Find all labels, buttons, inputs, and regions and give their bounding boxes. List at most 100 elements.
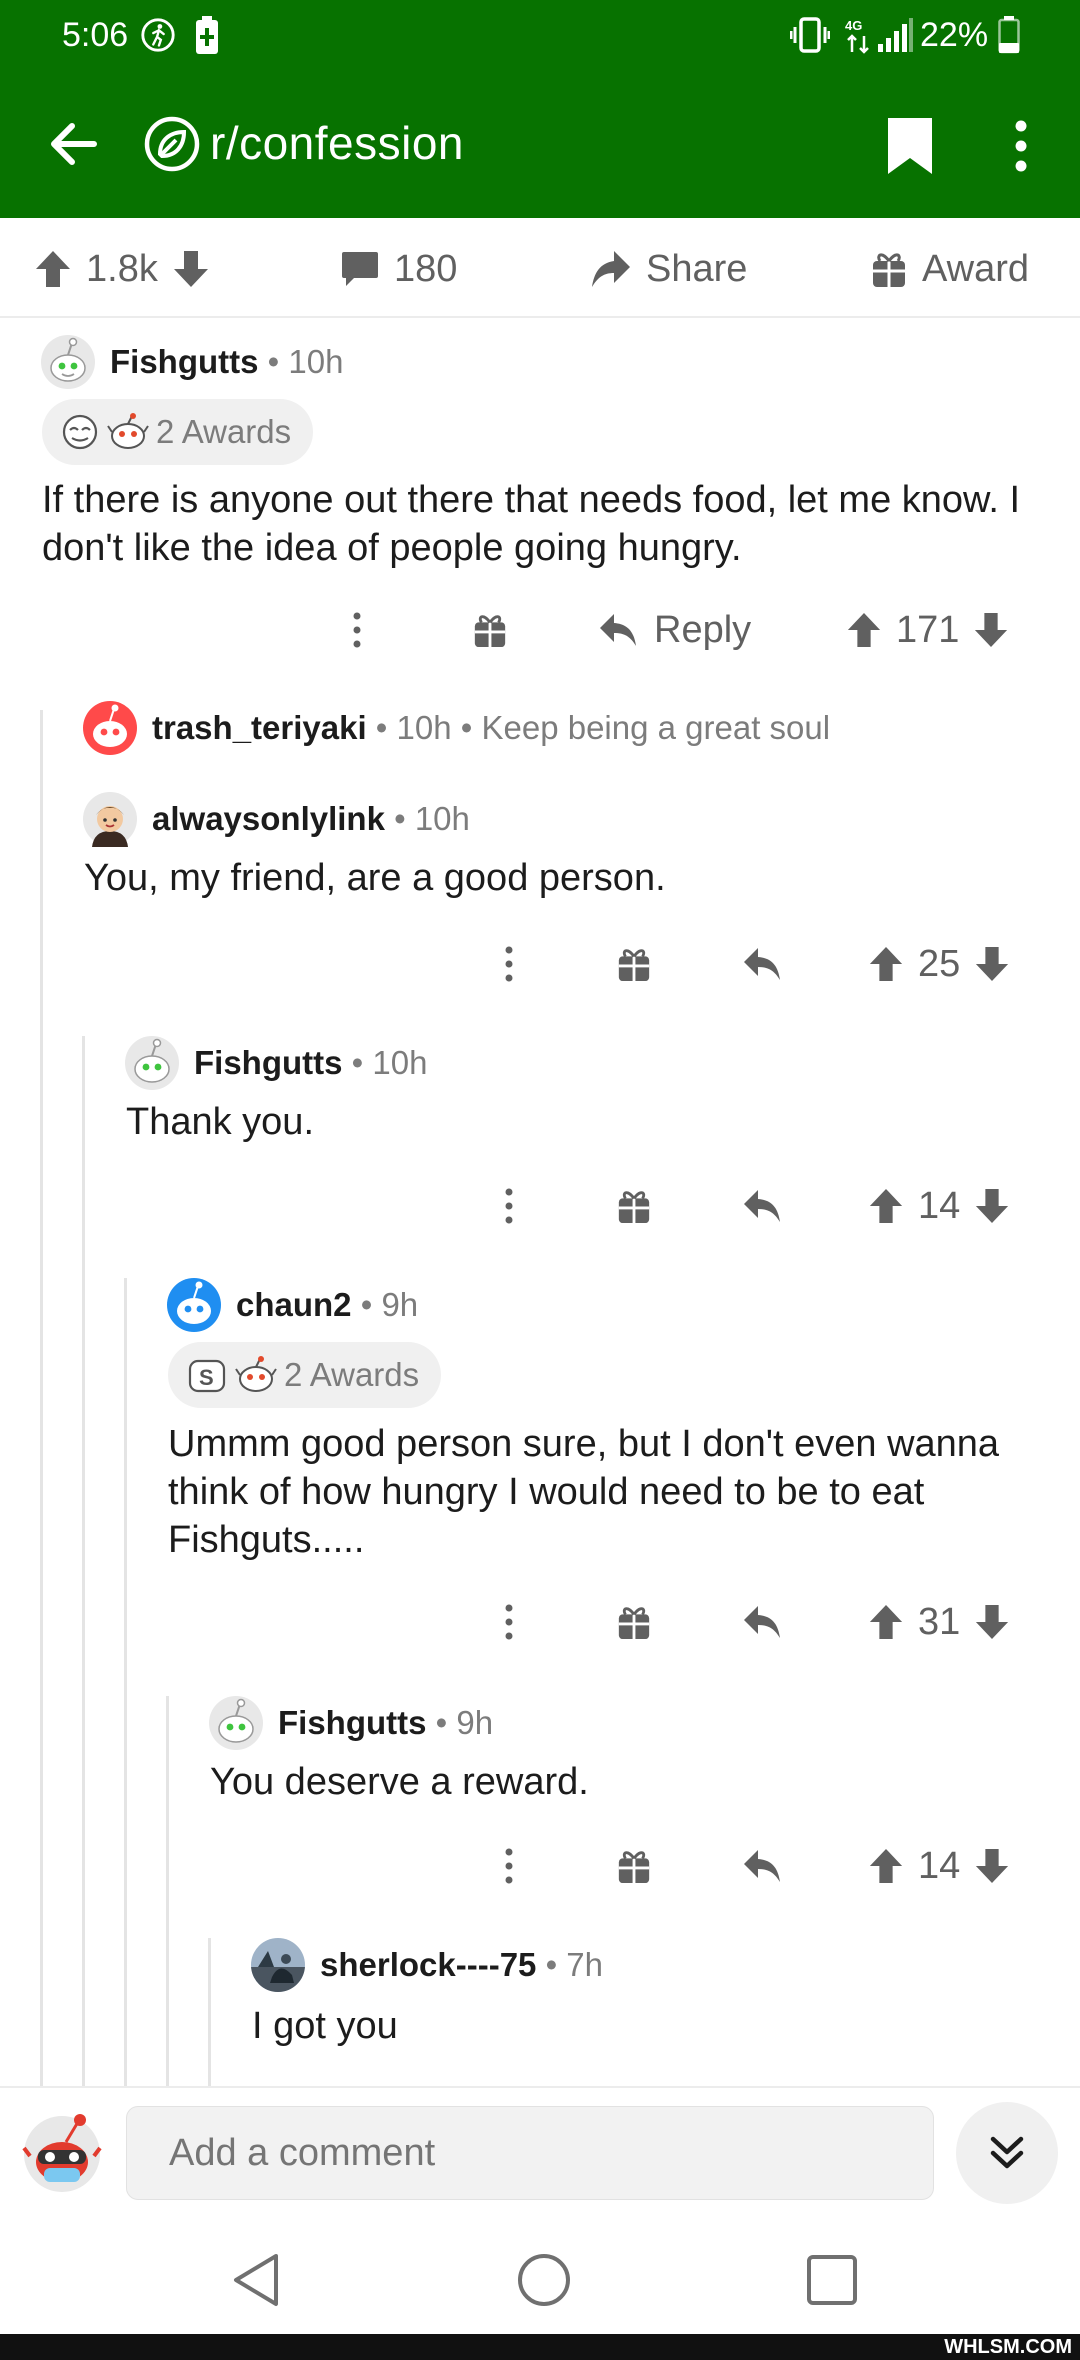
downvote-icon[interactable] [974,1187,1010,1225]
award-button[interactable]: Award [870,244,1029,294]
comment-time: 9h [456,1704,494,1741]
upvote-icon[interactable] [868,1603,904,1641]
share-icon [592,251,630,287]
comment-header[interactable]: Fishgutts • 10h [124,1035,427,1091]
username[interactable]: Fishgutts [194,1044,342,1082]
comment-time: 7h [566,1946,604,1983]
comment-score: 14 [918,1184,961,1227]
user-avatar [83,701,137,755]
reply-button[interactable] [742,1592,782,1652]
comment-more-button[interactable] [502,934,516,994]
comment-actions: 14 [0,1836,1080,1896]
comment-more-button[interactable] [502,1836,516,1896]
comment-award-button[interactable] [616,1176,652,1236]
award-icon: S [188,1359,226,1393]
my-avatar[interactable] [20,2110,104,2194]
username[interactable]: chaun2 [236,1286,352,1324]
username[interactable]: trash_teriyaki [152,709,367,747]
comment-vote-group: 25 [868,934,1010,994]
subreddit-icon [144,116,200,172]
downvote-icon[interactable] [974,945,1010,983]
downvote-icon[interactable] [974,1847,1010,1885]
reply-icon [744,1190,780,1222]
username[interactable]: Fishgutts [110,343,258,381]
comment-header[interactable]: Fishgutts • 10h [40,334,343,390]
comment-time: 10h [288,343,344,380]
add-comment-input[interactable] [126,2106,934,2200]
thread-line-depth-3[interactable] [124,1278,127,2086]
bookmark-icon[interactable] [884,116,936,176]
comment-composer [0,2086,1080,2214]
comment-actions: 14 [0,1176,1080,1236]
share-button[interactable]: Share [590,244,747,294]
comment-score: 31 [918,1600,961,1643]
post-comments-button[interactable]: 180 [340,244,457,294]
comment-score: 25 [918,942,961,985]
awards-pill[interactable]: 2 Awards [42,399,314,465]
reply-icon [744,1850,780,1882]
downvote-icon[interactable] [172,249,210,289]
reply-button[interactable] [742,1836,782,1896]
comment-vote-group: 14 [868,1836,1010,1896]
comment-time: 9h [381,1286,419,1323]
signal-icon [878,18,913,52]
downvote-icon[interactable] [974,1603,1010,1641]
back-arrow-icon[interactable] [44,114,104,174]
upvote-icon[interactable] [868,1847,904,1885]
svg-text:S: S [199,1365,214,1390]
username[interactable]: sherlock----75 [320,1946,536,1984]
upvote-icon[interactable] [868,945,904,983]
comment-body: You deserve a reward. [210,1761,589,1803]
award-icon [62,414,98,450]
nav-back-icon[interactable] [230,2252,284,2308]
subreddit-title[interactable]: r/confession [210,116,464,170]
collapsed-preview: Keep being a great soul [481,709,831,746]
nav-home-icon[interactable] [516,2252,572,2308]
user-avatar [41,335,95,389]
comment-body: Thank you. [126,1101,314,1143]
reply-button[interactable] [742,934,782,994]
upvote-icon[interactable] [846,611,882,649]
comment-more-button[interactable] [502,1592,516,1652]
comment-more-button[interactable] [502,1176,516,1236]
svg-text:4G: 4G [845,18,862,33]
reply-button[interactable] [742,1176,782,1236]
more-vertical-icon [353,612,361,648]
app-toolbar: r/confession [0,72,1080,218]
comment-award-button[interactable] [616,1836,652,1896]
post-vote-group: 1.8k [34,244,210,294]
comment-header[interactable]: chaun2 • 9h [166,1277,418,1333]
username[interactable]: Fishgutts [278,1704,426,1742]
post-score: 1.8k [86,247,158,290]
comment-score: 171 [896,608,960,651]
comment-header[interactable]: Fishgutts • 9h [208,1695,493,1751]
thread-line-depth-5[interactable] [208,1938,211,2086]
more-options-icon[interactable] [1006,116,1036,176]
comment-award-button[interactable] [616,934,652,994]
upvote-icon[interactable] [868,1187,904,1225]
watermark-strip [0,2334,1080,2360]
downvote-icon[interactable] [973,611,1009,649]
user-avatar [125,1036,179,1090]
comment-award-button[interactable] [472,600,508,660]
comment-vote-group: 31 [868,1592,1010,1652]
comment-header[interactable]: sherlock----75 • 7h [250,1937,603,1993]
gift-icon [618,949,650,982]
gift-icon [618,1191,650,1224]
reply-icon [744,948,780,980]
username[interactable]: alwaysonlylink [152,800,385,838]
comment-more-button[interactable] [350,600,364,660]
comment-award-button[interactable] [616,1592,652,1652]
awards-count: 2 Awards [156,413,292,450]
upvote-icon[interactable] [34,249,72,289]
comment-header[interactable]: alwaysonlylink • 10h [82,791,470,847]
network-4g-icon: 4G [845,18,869,54]
nav-recents-icon[interactable] [804,2252,860,2308]
awards-pill[interactable]: S 2 Awards [168,1342,442,1408]
reply-icon [600,614,636,646]
reply-button[interactable]: Reply [598,600,751,660]
more-vertical-icon [505,1604,513,1640]
jump-to-next-button[interactable] [956,2102,1058,2204]
collapsed-comment[interactable]: trash_teriyaki • 10h • Keep being a grea… [82,700,830,756]
comment-actions: Reply 171 [0,600,1080,660]
